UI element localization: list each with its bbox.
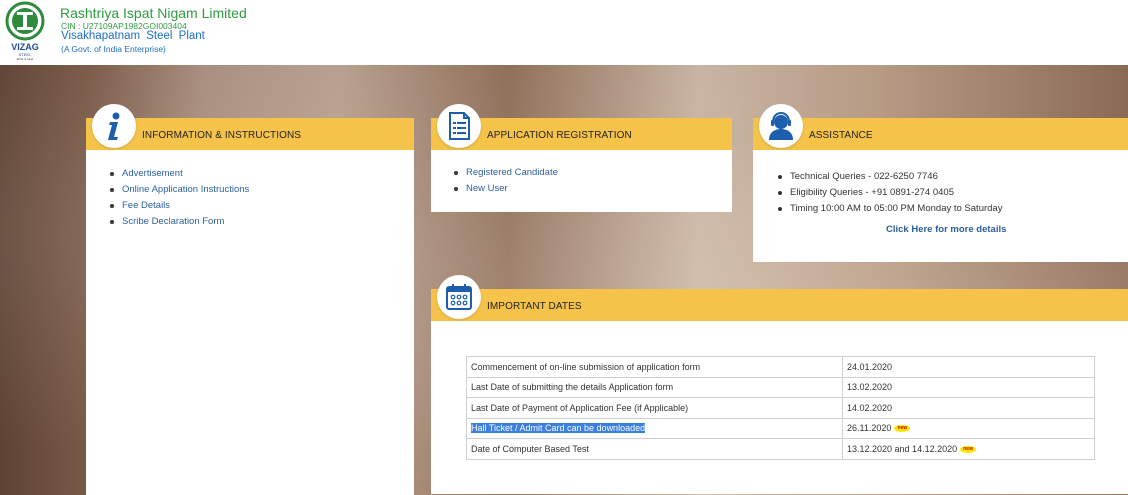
important-dates-table: Commencement of on-line submission of ap… [466, 356, 1095, 460]
org-govt: (A Govt. of India Enterprise) [61, 44, 166, 54]
event-cell: Last Date of submitting the details Appl… [466, 376, 843, 398]
new-badge: new [894, 425, 911, 433]
svg-text:VIZAG: VIZAG [11, 42, 39, 52]
admit-card-link[interactable]: Hall Ticket / Admit Card can be download… [471, 423, 646, 434]
assistance-card: ASSISTANCE Technical Queries - 022-6250 … [753, 104, 1128, 262]
event-cell: Hall Ticket / Admit Card can be download… [466, 417, 843, 439]
date-cell: 13.02.2020 [842, 376, 1095, 398]
date-value: 26.11.2020 [847, 423, 892, 434]
assistance-list: Technical Queries - 022-6250 7746 Eligib… [778, 169, 1002, 217]
site-header: VIZAG STEEL Pride of Steel Rashtriya Isp… [0, 0, 1128, 65]
table-row: Commencement of on-line submission of ap… [466, 356, 1095, 378]
registered-candidate-link[interactable]: Registered Candidate [454, 165, 558, 181]
date-cell: 24.01.2020 [842, 356, 1095, 378]
dates-card-title: IMPORTANT DATES [487, 301, 582, 312]
date-cell: 26.11.2020 new [842, 417, 1095, 439]
new-badge: new [960, 445, 977, 453]
date-cell: 13.12.2020 and 14.12.2020 new [842, 438, 1095, 460]
table-row: Last Date of submitting the details Appl… [466, 376, 1095, 398]
registration-list: Registered Candidate New User [454, 165, 558, 197]
dates-card: IMPORTANT DATES Commencement of on-line … [431, 275, 1128, 494]
form-icon [437, 104, 481, 148]
event-cell: Commencement of on-line submission of ap… [466, 356, 843, 378]
org-name: Rashtriya Ispat Nigam Limited [60, 5, 247, 21]
registration-card-title: APPLICATION REGISTRATION [487, 130, 632, 141]
table-row: Date of Computer Based Test 13.12.2020 a… [466, 438, 1095, 460]
info-card: INFORMATION & INSTRUCTIONS Advertisement… [86, 104, 414, 495]
fee-details-link[interactable]: Fee Details [110, 198, 249, 214]
scribe-declaration-form-link[interactable]: Scribe Declaration Form [110, 214, 249, 230]
more-details-link[interactable]: Click Here for more details [886, 224, 1006, 235]
date-cell: 14.02.2020 [842, 397, 1095, 419]
date-value: 13.12.2020 and 14.12.2020 [847, 443, 958, 454]
calendar-icon [437, 275, 481, 319]
online-application-instructions-link[interactable]: Online Application Instructions [110, 182, 249, 198]
advertisement-link[interactable]: Advertisement [110, 166, 249, 182]
new-user-link[interactable]: New User [454, 181, 558, 197]
registration-card: APPLICATION REGISTRATION Registered Cand… [431, 104, 732, 212]
svg-text:Pride of Steel: Pride of Steel [17, 57, 33, 61]
technical-queries: Technical Queries - 022-6250 7746 [778, 169, 1002, 185]
info-list: Advertisement Online Application Instruc… [110, 166, 249, 230]
info-card-title: INFORMATION & INSTRUCTIONS [142, 130, 302, 141]
support-timing: Timing 10:00 AM to 05:00 PM Monday to Sa… [778, 201, 1002, 217]
support-agent-icon [759, 104, 803, 148]
event-cell: Date of Computer Based Test [466, 438, 843, 460]
event-cell: Last Date of Payment of Application Fee … [466, 397, 843, 419]
assistance-card-title: ASSISTANCE [809, 130, 873, 141]
info-icon [92, 104, 136, 148]
org-plant: Visakhapatnam Steel Plant [61, 30, 205, 42]
eligibility-queries: Eligibility Queries - +91 0891-274 0405 [778, 185, 1002, 201]
table-row: Last Date of Payment of Application Fee … [466, 397, 1095, 419]
table-row: Hall Ticket / Admit Card can be download… [466, 417, 1095, 439]
vizag-steel-logo: VIZAG STEEL Pride of Steel [5, 1, 45, 61]
